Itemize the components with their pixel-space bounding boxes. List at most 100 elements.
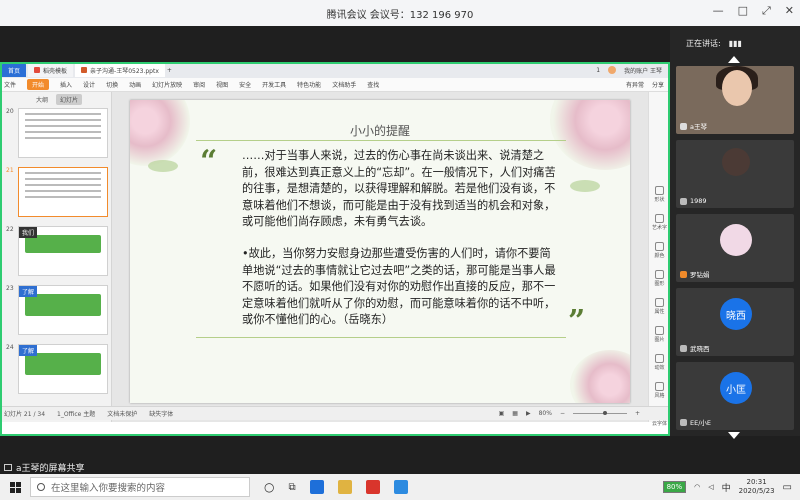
- slide-title[interactable]: 小小的提醒: [130, 122, 630, 139]
- slide-thumbnail[interactable]: [18, 108, 108, 158]
- thumbnail-item[interactable]: 20: [4, 108, 108, 160]
- maximize-button[interactable]: □: [738, 4, 748, 18]
- zoom-in-button[interactable]: +: [635, 410, 640, 417]
- tool-color[interactable]: 颜色: [649, 242, 670, 259]
- participant-tile[interactable]: a王琴: [676, 66, 794, 134]
- view-grid-icon[interactable]: ▦: [512, 410, 518, 417]
- audio-level-icon: ▮▮▮: [728, 38, 742, 48]
- tool-properties[interactable]: 属性: [649, 298, 670, 315]
- zoom-slider[interactable]: [572, 411, 627, 415]
- style-icon: [655, 382, 664, 391]
- tool-graphic[interactable]: 图形: [649, 270, 670, 287]
- theme-name[interactable]: 1_Office 主题: [57, 409, 95, 418]
- tool-picture[interactable]: 图片: [649, 326, 670, 343]
- fullscreen-button[interactable]: ⤢: [762, 4, 771, 18]
- notification-icon[interactable]: ▭: [783, 482, 792, 493]
- ribbon-menu: 文件 开始 插入 设计 切换 动画 幻灯片放映 审阅 视图 安全 开发工具 特色…: [0, 78, 670, 92]
- protect-status[interactable]: 文档未保护: [107, 409, 137, 418]
- ime-indicator[interactable]: 中: [722, 481, 731, 494]
- close-button[interactable]: ✕: [785, 4, 794, 18]
- tab-slides[interactable]: 幻灯片: [56, 93, 83, 105]
- pptx-icon: [81, 67, 88, 73]
- zoom-out-button[interactable]: −: [560, 410, 565, 417]
- folder-icon[interactable]: [337, 480, 352, 494]
- picture-icon: [655, 326, 664, 335]
- missing-font-status[interactable]: 缺失字体: [149, 409, 173, 418]
- menu-security[interactable]: 安全: [239, 80, 251, 89]
- scroll-up-icon[interactable]: [728, 56, 740, 63]
- wps-icon[interactable]: [365, 480, 380, 494]
- start-button[interactable]: [0, 481, 30, 493]
- menu-review[interactable]: 审阅: [193, 80, 205, 89]
- minimize-button[interactable]: —: [713, 4, 724, 18]
- menu-search[interactable]: 查找: [367, 80, 379, 89]
- tab-document[interactable]: 亲子沟通-王琴0523.pptx: [75, 63, 165, 77]
- menu-file[interactable]: 文件: [4, 80, 16, 89]
- account-label[interactable]: 我的账户 王琴: [624, 66, 662, 75]
- menu-animation[interactable]: 动画: [129, 80, 141, 89]
- menu-slideshow[interactable]: 幻灯片放映: [152, 80, 182, 89]
- slide-paragraph[interactable]: ……对于当事人来说，过去的伤心事在尚未谈出来、说清楚之前，很难达到真正意义上的“…: [242, 148, 560, 231]
- tencent-meeting-icon[interactable]: [393, 480, 408, 494]
- tool-wordart[interactable]: 艺术字: [649, 214, 670, 231]
- participant-tile[interactable]: 晓西 武晓西: [676, 288, 794, 356]
- avatar: [722, 148, 750, 176]
- menu-transition[interactable]: 切换: [106, 80, 118, 89]
- wps-tab-bar: 首页 稻壳模板 亲子沟通-王琴0523.pptx + 1 我的账户 王琴: [0, 62, 670, 78]
- sync-status-button[interactable]: 有异常: [626, 80, 644, 89]
- color-icon: [655, 242, 664, 251]
- taskbar-search[interactable]: 在这里输入你要搜索的内容: [30, 477, 250, 497]
- new-tab-button[interactable]: +: [167, 67, 172, 74]
- tab-templates[interactable]: 稻壳模板: [28, 63, 74, 77]
- scroll-down-icon[interactable]: [728, 432, 740, 439]
- slide-thumbnail-selected[interactable]: [18, 167, 108, 217]
- slide-thumbnail[interactable]: 了解: [18, 344, 108, 394]
- participant-tile[interactable]: 罗钻娟: [676, 214, 794, 282]
- network-icon[interactable]: ◠: [694, 483, 700, 491]
- leaf-decoration: [148, 160, 178, 172]
- task-view-icon[interactable]: ⧉: [288, 482, 295, 493]
- tool-style[interactable]: 风格: [649, 382, 670, 399]
- mic-icon: [680, 122, 687, 130]
- divider: [196, 337, 566, 338]
- avatar: [720, 224, 752, 256]
- windows-icon: [9, 481, 21, 493]
- volume-icon[interactable]: ◁: [708, 483, 713, 491]
- slide-canvas[interactable]: 小小的提醒 “ ……对于当事人来说，过去的伤心事在尚未谈出来、说清楚之前，很难达…: [130, 100, 630, 403]
- wordart-icon: [655, 214, 664, 223]
- menu-start[interactable]: 开始: [27, 79, 50, 90]
- menu-features[interactable]: 特色功能: [297, 80, 321, 89]
- user-avatar-icon[interactable]: [608, 66, 617, 74]
- properties-icon: [655, 298, 664, 307]
- tool-motion[interactable]: 动效: [649, 354, 670, 371]
- tool-shape[interactable]: 形状: [649, 186, 670, 203]
- screen-share-icon: [4, 463, 12, 471]
- thumbnail-item[interactable]: 23 了解: [4, 285, 108, 337]
- thumbnail-item[interactable]: 22 我们: [4, 226, 108, 278]
- play-icon[interactable]: ▶: [526, 410, 531, 417]
- participant-tile[interactable]: 小匡 EE/小E: [676, 362, 794, 430]
- thumbnail-item[interactable]: 21: [4, 167, 108, 219]
- cortana-icon[interactable]: ○: [264, 480, 274, 494]
- open-quote-icon: “: [200, 144, 218, 179]
- participant-tile[interactable]: 1989: [676, 140, 794, 208]
- menu-doc-assistant[interactable]: 文档助手: [332, 80, 356, 89]
- view-normal-icon[interactable]: ▣: [499, 410, 505, 417]
- tab-home[interactable]: 首页: [2, 63, 27, 77]
- slide-paragraph[interactable]: •故此，当你努力安慰身边那些遭受伤害的人们时，请你不要简单地说“过去的事情就让它…: [242, 246, 560, 329]
- window-controls: — □ ⤢ ✕: [713, 4, 794, 18]
- slide-thumbnail[interactable]: 了解: [18, 285, 108, 335]
- menu-insert[interactable]: 插入: [60, 80, 72, 89]
- menu-view[interactable]: 视图: [216, 80, 228, 89]
- menu-devtools[interactable]: 开发工具: [262, 80, 286, 89]
- tab-outline[interactable]: 大纲: [36, 95, 48, 104]
- battery-indicator[interactable]: 80%: [662, 481, 687, 493]
- zoom-level[interactable]: 80%: [539, 410, 552, 417]
- clock[interactable]: 20:31 2020/5/23: [739, 478, 775, 496]
- slide-thumbnail[interactable]: 我们: [18, 226, 108, 276]
- edge-icon[interactable]: [309, 480, 324, 494]
- thumbnail-item[interactable]: 24 了解: [4, 344, 108, 396]
- menu-design[interactable]: 设计: [83, 80, 95, 89]
- participants-panel: 正在讲话: ▮▮▮ a王琴 1989 罗钻娟 晓西 武晓西 小匡 EE/小E: [670, 26, 800, 439]
- share-button[interactable]: 分享: [652, 80, 664, 89]
